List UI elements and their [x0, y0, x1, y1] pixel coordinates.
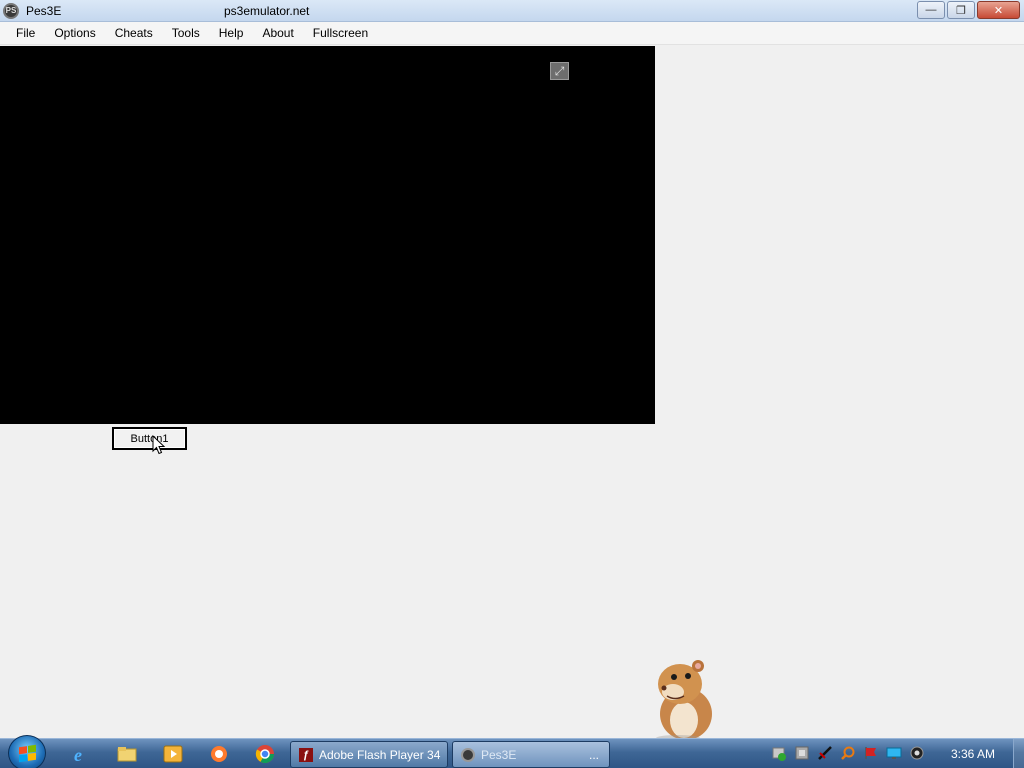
menu-about[interactable]: About	[255, 22, 300, 45]
chrome-icon[interactable]	[252, 742, 278, 766]
flag-icon[interactable]	[862, 744, 880, 762]
search-icon[interactable]	[839, 744, 857, 762]
show-desktop-button[interactable]	[1013, 739, 1024, 768]
monitor-icon[interactable]	[885, 744, 903, 762]
network-icon[interactable]	[793, 744, 811, 762]
mouse-cursor-icon	[152, 435, 166, 455]
system-tray	[770, 744, 926, 762]
menu-bar: File Options Cheats Tools Help About Ful…	[0, 22, 1024, 45]
taskbar-item-ellipsis: ...	[588, 747, 599, 762]
start-button[interactable]	[8, 735, 46, 768]
minimize-icon: —	[925, 4, 937, 16]
menu-cheats[interactable]: Cheats	[108, 22, 160, 45]
app-logo-icon[interactable]: PS	[3, 2, 19, 19]
taskbar: e ƒ Adobe Flash Player 34 Pes3E ... 3:36…	[0, 735, 1024, 768]
menu-tools[interactable]: Tools	[165, 22, 207, 45]
window-title: Pes3E	[26, 3, 62, 18]
window-controls: — ❐ ✕	[917, 1, 1020, 19]
svg-text:e: e	[74, 745, 82, 764]
pes3e-icon	[461, 747, 475, 762]
menu-options[interactable]: Options	[47, 22, 102, 45]
title-bar: PS Pes3E ps3emulator.net — ❐ ✕	[0, 0, 1024, 22]
tool-icon[interactable]	[816, 744, 834, 762]
taskbar-item-pes3e[interactable]: Pes3E ...	[452, 741, 610, 768]
window-url-text: ps3emulator.net	[224, 4, 310, 18]
security-icon[interactable]	[770, 744, 788, 762]
restore-button[interactable]: ❐	[947, 1, 975, 19]
flash-icon: ƒ	[299, 747, 313, 762]
app-icon[interactable]	[206, 742, 232, 766]
menu-help[interactable]: Help	[212, 22, 251, 45]
taskbar-item-label: Adobe Flash Player 34	[319, 747, 441, 762]
button1[interactable]: Button1	[112, 427, 187, 450]
ie-icon[interactable]: e	[68, 742, 94, 766]
taskbar-item-flash[interactable]: ƒ Adobe Flash Player 34	[290, 741, 448, 768]
menu-fullscreen[interactable]: Fullscreen	[306, 22, 375, 45]
restore-icon: ❐	[956, 4, 966, 17]
taskbar-item-label: Pes3E	[481, 747, 517, 762]
expand-icon[interactable]: ⤢	[550, 62, 569, 80]
speaker-icon[interactable]	[908, 744, 926, 762]
windows-flag-icon	[18, 744, 36, 762]
explorer-icon[interactable]	[114, 742, 140, 766]
minimize-button[interactable]: —	[917, 1, 945, 19]
close-button[interactable]: ✕	[977, 1, 1020, 19]
hamster-mascot-icon[interactable]	[640, 654, 726, 740]
close-icon: ✕	[993, 4, 1004, 17]
menu-file[interactable]: File	[9, 22, 42, 45]
flash-content-area[interactable]: ⤢	[0, 46, 655, 424]
media-player-icon[interactable]	[160, 742, 186, 766]
clock[interactable]: 3:36 AM	[951, 747, 995, 761]
